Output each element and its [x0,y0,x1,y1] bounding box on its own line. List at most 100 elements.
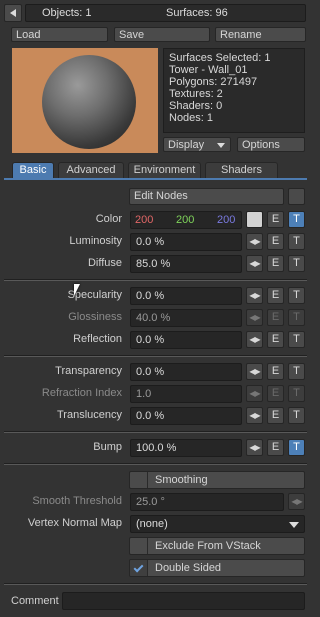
glossiness-input[interactable]: 40.0 % [130,309,242,327]
tab-environment[interactable]: Environment [128,162,201,178]
preview-sphere [42,55,136,149]
triangle-left-icon [10,9,16,18]
exclude-checkbox [130,538,148,554]
smooth-threshold-arrows[interactable]: ◀▶ [288,493,305,510]
collapse-button[interactable] [4,4,22,22]
object-surface-header: Objects: 1 Surfaces: 96 [25,4,306,22]
refraction-index-label: Refraction Index [41,387,122,399]
translucency-envelope-button[interactable]: E [267,407,284,424]
luminosity-envelope-button[interactable]: E [267,233,284,250]
glossiness-label: Glossiness [68,311,122,323]
refraction-texture-button[interactable]: T [288,385,305,402]
translucency-slider-arrows[interactable]: ◀▶ [246,407,263,424]
exclude-label: Exclude From VStack [155,540,261,552]
color-texture-button[interactable]: T [288,211,305,228]
transparency-label: Transparency [55,365,122,377]
tab-advanced[interactable]: Advanced [58,162,124,178]
luminosity-slider-arrows[interactable]: ◀▶ [246,233,263,250]
edit-nodes-button[interactable]: Edit Nodes [129,188,284,205]
bump-texture-button[interactable]: T [288,439,305,456]
color-red-value: 200 [135,214,154,226]
luminosity-label: Luminosity [69,235,122,247]
smooth-threshold-label: Smooth Threshold [32,495,122,507]
luminosity-input[interactable]: 0.0 % [130,233,242,251]
translucency-label: Translucency [56,409,122,421]
double-sided-label: Double Sided [155,562,222,574]
comment-input[interactable] [62,592,305,610]
bump-slider-arrows[interactable]: ◀▶ [246,439,263,456]
transparency-texture-button[interactable]: T [288,363,305,380]
bump-envelope-button[interactable]: E [267,439,284,456]
refraction-slider-arrows[interactable]: ◀▶ [246,385,263,402]
glossiness-texture-button[interactable]: T [288,309,305,326]
reflection-label: Reflection [73,333,122,345]
info-line: Textures: 2 [169,88,223,100]
luminosity-texture-button[interactable]: T [288,233,305,250]
objects-count: Objects: 1 [42,7,92,19]
tab-underline [4,178,307,180]
bump-input[interactable]: 100.0 % [130,439,242,457]
smooth-threshold-input[interactable]: 25.0 ° [130,493,284,511]
bump-label: Bump [93,441,122,453]
info-line: Tower - Wall_01 [169,64,248,76]
material-preview[interactable] [12,48,158,153]
reflection-slider-arrows[interactable]: ◀▶ [246,331,263,348]
transparency-envelope-button[interactable]: E [267,363,284,380]
vertex-normal-map-value: (none) [136,518,168,530]
info-line: Nodes: 1 [169,112,214,124]
vertex-normal-map-label: Vertex Normal Map [27,517,122,529]
reflection-texture-button[interactable]: T [288,331,305,348]
diffuse-slider-arrows[interactable]: ◀▶ [246,255,263,272]
info-line: Shaders: 0 [169,100,223,112]
color-envelope-button[interactable]: E [267,211,284,228]
glossiness-slider-arrows[interactable]: ◀▶ [246,309,263,326]
chevron-down-icon [289,522,299,528]
load-button[interactable]: Load [11,27,108,42]
reflection-input[interactable]: 0.0 % [130,331,242,349]
options-button[interactable]: Options [237,137,305,152]
transparency-input[interactable]: 0.0 % [130,363,242,381]
refraction-envelope-button[interactable]: E [267,385,284,402]
chevron-down-icon [217,143,225,148]
translucency-texture-button[interactable]: T [288,407,305,424]
tab-shaders[interactable]: Shaders [205,162,278,178]
surfaces-count: Surfaces: 96 [166,7,228,19]
smoothing-toggle[interactable]: Smoothing [129,471,305,489]
diffuse-label: Diffuse [87,257,122,269]
reflection-envelope-button[interactable]: E [267,331,284,348]
mouse-cursor-icon [74,284,80,296]
vertex-normal-map-select[interactable]: (none) [130,515,305,533]
glossiness-envelope-button[interactable]: E [267,309,284,326]
specularity-label: Specularity [67,289,122,301]
display-dropdown[interactable]: Display [163,137,231,152]
exclude-from-vstack-toggle[interactable]: Exclude From VStack [129,537,305,555]
color-label: Color [95,213,122,225]
comment-label: Comment [11,595,59,607]
refraction-index-input[interactable]: 1.0 [130,385,242,403]
diffuse-envelope-button[interactable]: E [267,255,284,272]
smoothing-checkbox [130,472,148,488]
specularity-envelope-button[interactable]: E [267,287,284,304]
transparency-slider-arrows[interactable]: ◀▶ [246,363,263,380]
save-button[interactable]: Save [114,27,210,42]
specularity-texture-button[interactable]: T [288,287,305,304]
edit-nodes-toggle[interactable] [288,188,305,205]
specularity-input[interactable]: 0.0 % [130,287,242,305]
diffuse-texture-button[interactable]: T [288,255,305,272]
display-label: Display [168,139,205,151]
checkmark-icon [133,562,144,573]
diffuse-input[interactable]: 85.0 % [130,255,242,273]
specularity-slider-arrows[interactable]: ◀▶ [246,287,263,304]
translucency-input[interactable]: 0.0 % [130,407,242,425]
double-sided-checkbox [130,560,148,576]
info-line: Surfaces Selected: 1 [169,52,271,64]
tab-basic[interactable]: Basic [12,162,54,178]
color-swatch[interactable] [246,211,263,228]
color-rgb-field[interactable]: 200 200 200 [130,211,242,229]
smoothing-label: Smoothing [155,474,208,486]
color-blue-value: 200 [217,214,236,226]
double-sided-toggle[interactable]: Double Sided [129,559,305,577]
rename-button[interactable]: Rename [215,27,306,42]
surface-info-panel: Surfaces Selected: 1 Tower - Wall_01 Pol… [163,48,305,133]
info-line: Polygons: 271497 [169,76,258,88]
